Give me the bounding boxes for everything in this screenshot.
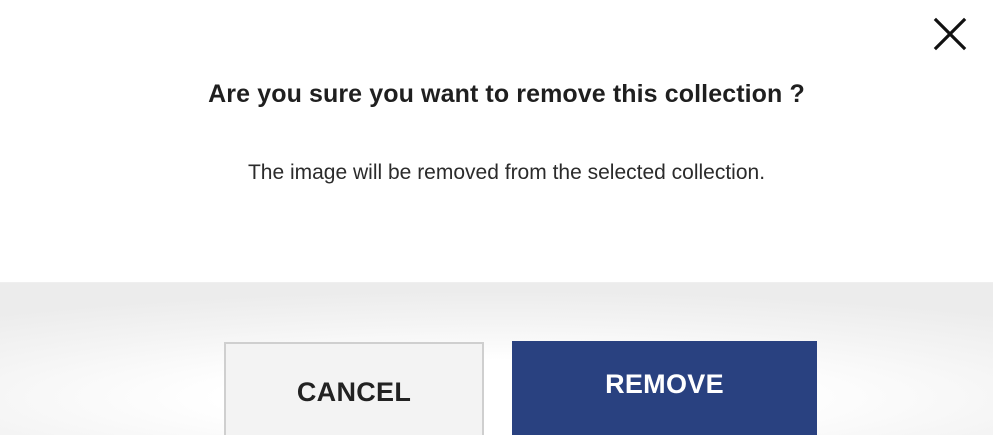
close-icon — [933, 17, 967, 51]
dialog-message: The image will be removed from the selec… — [247, 161, 766, 184]
dialog-footer — [0, 282, 993, 435]
close-button[interactable] — [928, 12, 972, 56]
cancel-button[interactable]: CANCEL — [224, 342, 484, 435]
dialog-title: Are you sure you want to remove this col… — [208, 80, 805, 108]
remove-collection-dialog: Are you sure you want to remove this col… — [0, 0, 993, 435]
remove-button[interactable]: REMOVE — [512, 341, 817, 435]
